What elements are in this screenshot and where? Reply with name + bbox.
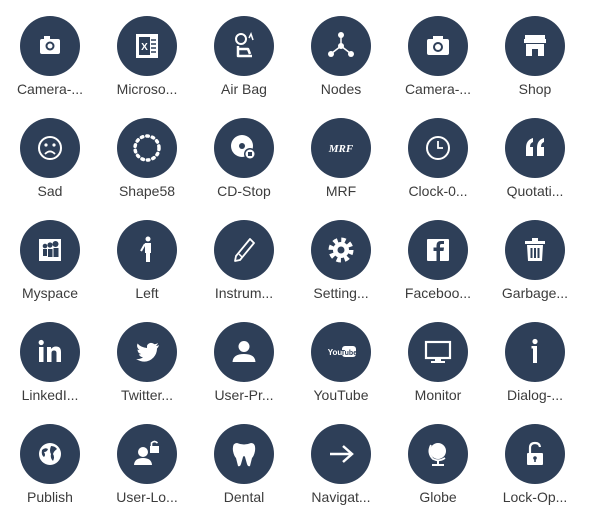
icon-tile[interactable]: Clock-0... bbox=[390, 118, 486, 200]
icon-tile[interactable]: MRF MRF bbox=[293, 118, 389, 200]
icon-label: Setting... bbox=[313, 285, 369, 301]
icon-tile[interactable]: Dental bbox=[196, 424, 292, 506]
icon-tile[interactable]: Dialog-... bbox=[487, 322, 583, 404]
icon-label: Publish bbox=[27, 489, 73, 505]
instrument-icon bbox=[214, 220, 274, 280]
icon-label: Dental bbox=[223, 489, 265, 505]
icon-label: Camera-... bbox=[404, 81, 472, 97]
icon-tile[interactable]: LinkedI... bbox=[2, 322, 98, 404]
left-person-icon bbox=[117, 220, 177, 280]
icon-label: MRF bbox=[325, 183, 357, 199]
cd-stop-icon bbox=[214, 118, 274, 178]
icon-label: User-Lo... bbox=[116, 489, 178, 505]
icon-label: Camera-... bbox=[16, 81, 84, 97]
facebook-icon bbox=[408, 220, 468, 280]
icon-label: Monitor bbox=[414, 387, 462, 403]
icon-tile[interactable]: Camera-... bbox=[390, 16, 486, 98]
icon-label: Left bbox=[135, 285, 159, 301]
myspace-icon bbox=[20, 220, 80, 280]
icon-tile[interactable]: Navigat... bbox=[293, 424, 389, 506]
icon-label: Lock-Op... bbox=[502, 489, 568, 505]
icon-label: Dialog-... bbox=[506, 387, 564, 403]
icon-tile[interactable]: Lock-Op... bbox=[487, 424, 583, 506]
icon-label: User-Pr... bbox=[214, 387, 274, 403]
settings-gear-icon bbox=[311, 220, 371, 280]
icon-label: Shape58 bbox=[118, 183, 176, 199]
icon-tile[interactable]: Camera-... bbox=[2, 16, 98, 98]
icon-label: Instrum... bbox=[214, 285, 274, 301]
icon-tile[interactable]: Garbage... bbox=[487, 220, 583, 302]
icon-label: LinkedI... bbox=[21, 387, 79, 403]
icon-label: Air Bag bbox=[221, 81, 267, 97]
icon-label: Myspace bbox=[21, 285, 79, 301]
dotted-circle-icon bbox=[117, 118, 177, 178]
icon-tile[interactable]: Setting... bbox=[293, 220, 389, 302]
camera-icon bbox=[408, 16, 468, 76]
icon-tile[interactable]: Nodes bbox=[293, 16, 389, 98]
excel-x-text: X bbox=[141, 42, 148, 53]
twitter-icon bbox=[117, 322, 177, 382]
icon-tile[interactable]: Publish bbox=[2, 424, 98, 506]
publish-globe-icon bbox=[20, 424, 80, 484]
icon-grid: Camera-... X Microso... Air Bag Nodes Ca… bbox=[0, 0, 590, 513]
air-bag-icon bbox=[214, 16, 274, 76]
icon-tile[interactable]: Left bbox=[99, 220, 195, 302]
icon-tile[interactable]: Shape58 bbox=[99, 118, 195, 200]
icon-label: Shop bbox=[518, 81, 552, 97]
icon-tile[interactable]: Shop bbox=[487, 16, 583, 98]
icon-label: Nodes bbox=[320, 81, 362, 97]
icon-tile[interactable]: User-Lo... bbox=[99, 424, 195, 506]
icon-tile[interactable]: Monitor bbox=[390, 322, 486, 404]
youtube-icon: You Tube bbox=[311, 322, 371, 382]
quotation-icon bbox=[505, 118, 565, 178]
clock-icon bbox=[408, 118, 468, 178]
icon-label: Microso... bbox=[116, 81, 178, 97]
linkedin-icon bbox=[20, 322, 80, 382]
icon-tile[interactable]: Globe bbox=[390, 424, 486, 506]
tooth-icon bbox=[214, 424, 274, 484]
shop-icon bbox=[505, 16, 565, 76]
mrf-text: MRF bbox=[328, 143, 354, 155]
navigate-arrow-icon bbox=[311, 424, 371, 484]
icon-tile[interactable]: Air Bag bbox=[196, 16, 292, 98]
icon-label: YouTube bbox=[313, 387, 369, 403]
monitor-icon bbox=[408, 322, 468, 382]
svg-text:Tube: Tube bbox=[341, 350, 357, 357]
icon-tile[interactable]: Myspace bbox=[2, 220, 98, 302]
icon-label: Globe bbox=[419, 489, 457, 505]
dialog-info-icon bbox=[505, 322, 565, 382]
icon-label: Clock-0... bbox=[408, 183, 468, 199]
sad-face-icon bbox=[20, 118, 80, 178]
icon-label: Garbage... bbox=[501, 285, 569, 301]
camera-icon bbox=[20, 16, 80, 76]
icon-label: Quotati... bbox=[506, 183, 564, 199]
lock-open-icon bbox=[505, 424, 565, 484]
globe-icon bbox=[408, 424, 468, 484]
icon-tile[interactable]: Twitter... bbox=[99, 322, 195, 404]
mrf-logo-icon: MRF bbox=[311, 118, 371, 178]
icon-tile[interactable]: You Tube YouTube bbox=[293, 322, 389, 404]
icon-label: Faceboo... bbox=[404, 285, 472, 301]
icon-tile[interactable]: Sad bbox=[2, 118, 98, 200]
icon-label: Sad bbox=[37, 183, 63, 199]
icon-label: Navigat... bbox=[311, 489, 371, 505]
icon-label: Twitter... bbox=[120, 387, 174, 403]
icon-tile[interactable]: X Microso... bbox=[99, 16, 195, 98]
icon-tile[interactable]: Quotati... bbox=[487, 118, 583, 200]
icon-label: CD-Stop bbox=[217, 183, 271, 199]
nodes-icon bbox=[311, 16, 371, 76]
user-profile-icon bbox=[214, 322, 274, 382]
user-lock-icon bbox=[117, 424, 177, 484]
icon-tile[interactable]: Instrum... bbox=[196, 220, 292, 302]
icon-tile[interactable]: Faceboo... bbox=[390, 220, 486, 302]
microsoft-excel-icon: X bbox=[117, 16, 177, 76]
garbage-icon bbox=[505, 220, 565, 280]
icon-tile[interactable]: CD-Stop bbox=[196, 118, 292, 200]
icon-tile[interactable]: User-Pr... bbox=[196, 322, 292, 404]
